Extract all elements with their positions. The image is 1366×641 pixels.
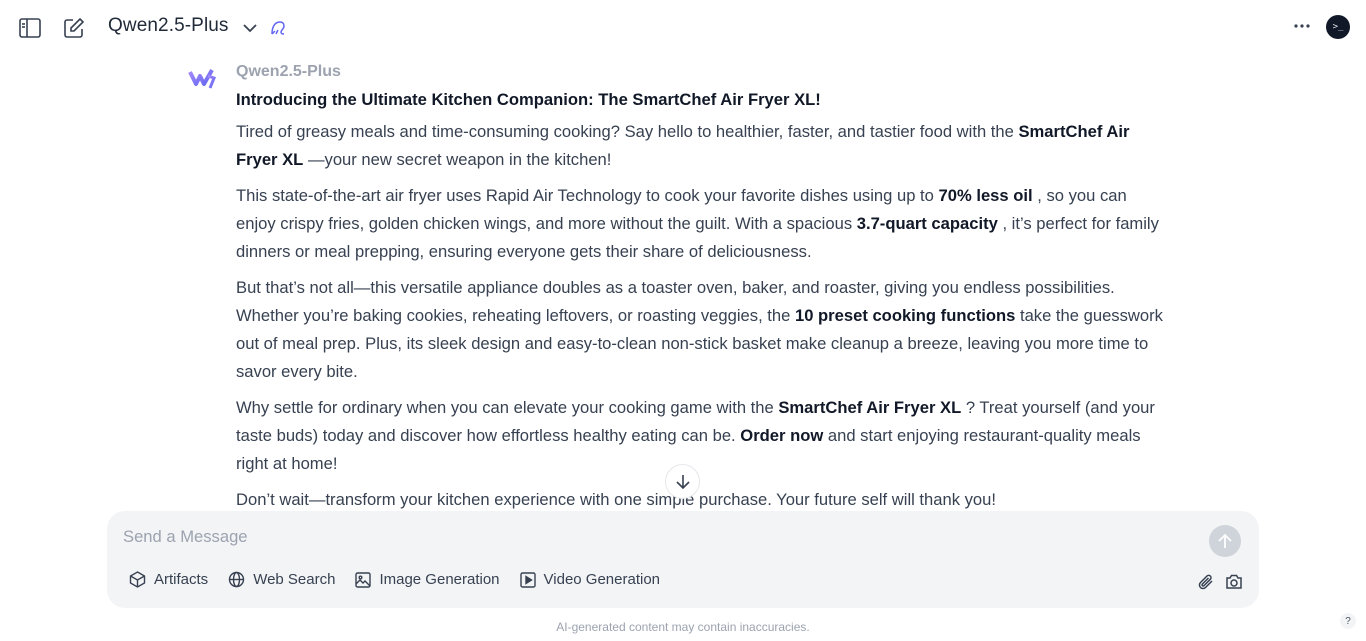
model-dropdown-button[interactable] (236, 14, 264, 42)
video-generation-button[interactable]: Video Generation (519, 571, 661, 588)
more-icon (1294, 24, 1310, 28)
message-paragraph: But that’s not all—this versatile applia… (236, 278, 1163, 381)
artifacts-button[interactable]: Artifacts (129, 571, 208, 588)
camera-button[interactable] (1225, 573, 1243, 595)
message-title: Introducing the Ultimate Kitchen Compani… (236, 90, 821, 109)
image-icon (355, 571, 372, 588)
cube-icon (129, 571, 146, 588)
tool-label: Image Generation (379, 571, 500, 588)
send-button[interactable] (1209, 525, 1241, 557)
message-sender: Qwen2.5-Plus (236, 63, 341, 80)
new-chat-icon (64, 17, 85, 38)
tool-label: Web Search (253, 571, 336, 588)
tool-label: Video Generation (543, 571, 661, 588)
tool-label: Artifacts (154, 571, 209, 588)
model-badge-icon (271, 21, 285, 35)
globe-icon (228, 571, 245, 588)
avatar[interactable]: >_ (1326, 15, 1350, 39)
chat-area: Qwen2.5-Plus Introducing the Ultimate Ki… (0, 56, 1366, 510)
disclaimer-text: AI-generated content may contain inaccur… (556, 620, 810, 634)
image-generation-button[interactable]: Image Generation (355, 571, 500, 588)
help-button[interactable]: ? (1340, 613, 1356, 629)
message-paragraph: This state-of-the-art air fryer uses Rap… (236, 186, 1159, 261)
camera-icon (1226, 574, 1242, 589)
chevron-down-icon (243, 24, 257, 33)
video-icon (519, 571, 536, 588)
web-search-button[interactable]: Web Search (228, 571, 335, 588)
message-paragraph: Don’t wait—transform your kitchen experi… (236, 490, 996, 509)
arrow-down-icon (675, 474, 690, 489)
message-input[interactable] (123, 523, 1183, 551)
sidebar-icon (19, 18, 41, 38)
scroll-to-bottom-button[interactable] (665, 464, 700, 499)
attach-file-button[interactable] (1197, 573, 1215, 596)
message-composer: Artifacts Web Search Image Generation Vi… (107, 511, 1259, 608)
model-badge (264, 14, 292, 42)
new-chat-button[interactable] (60, 14, 88, 42)
model-selector[interactable]: Qwen2.5-Plus (108, 15, 229, 37)
more-options-button[interactable] (1288, 12, 1316, 40)
message-paragraph: Tired of greasy meals and time-consuming… (236, 122, 1130, 169)
paperclip-icon (1198, 574, 1213, 590)
assistant-message: Introducing the Ultimate Kitchen Compani… (236, 90, 1166, 510)
top-bar: Qwen2.5-Plus >_ (0, 0, 1366, 56)
sidebar-toggle-button[interactable] (16, 14, 44, 42)
arrow-up-icon (1218, 533, 1232, 548)
message-paragraph: Why settle for ordinary when you can ele… (236, 398, 1155, 473)
qwen-logo-icon (188, 69, 216, 89)
composer-tools: Artifacts Web Search Image Generation Vi… (129, 571, 680, 588)
